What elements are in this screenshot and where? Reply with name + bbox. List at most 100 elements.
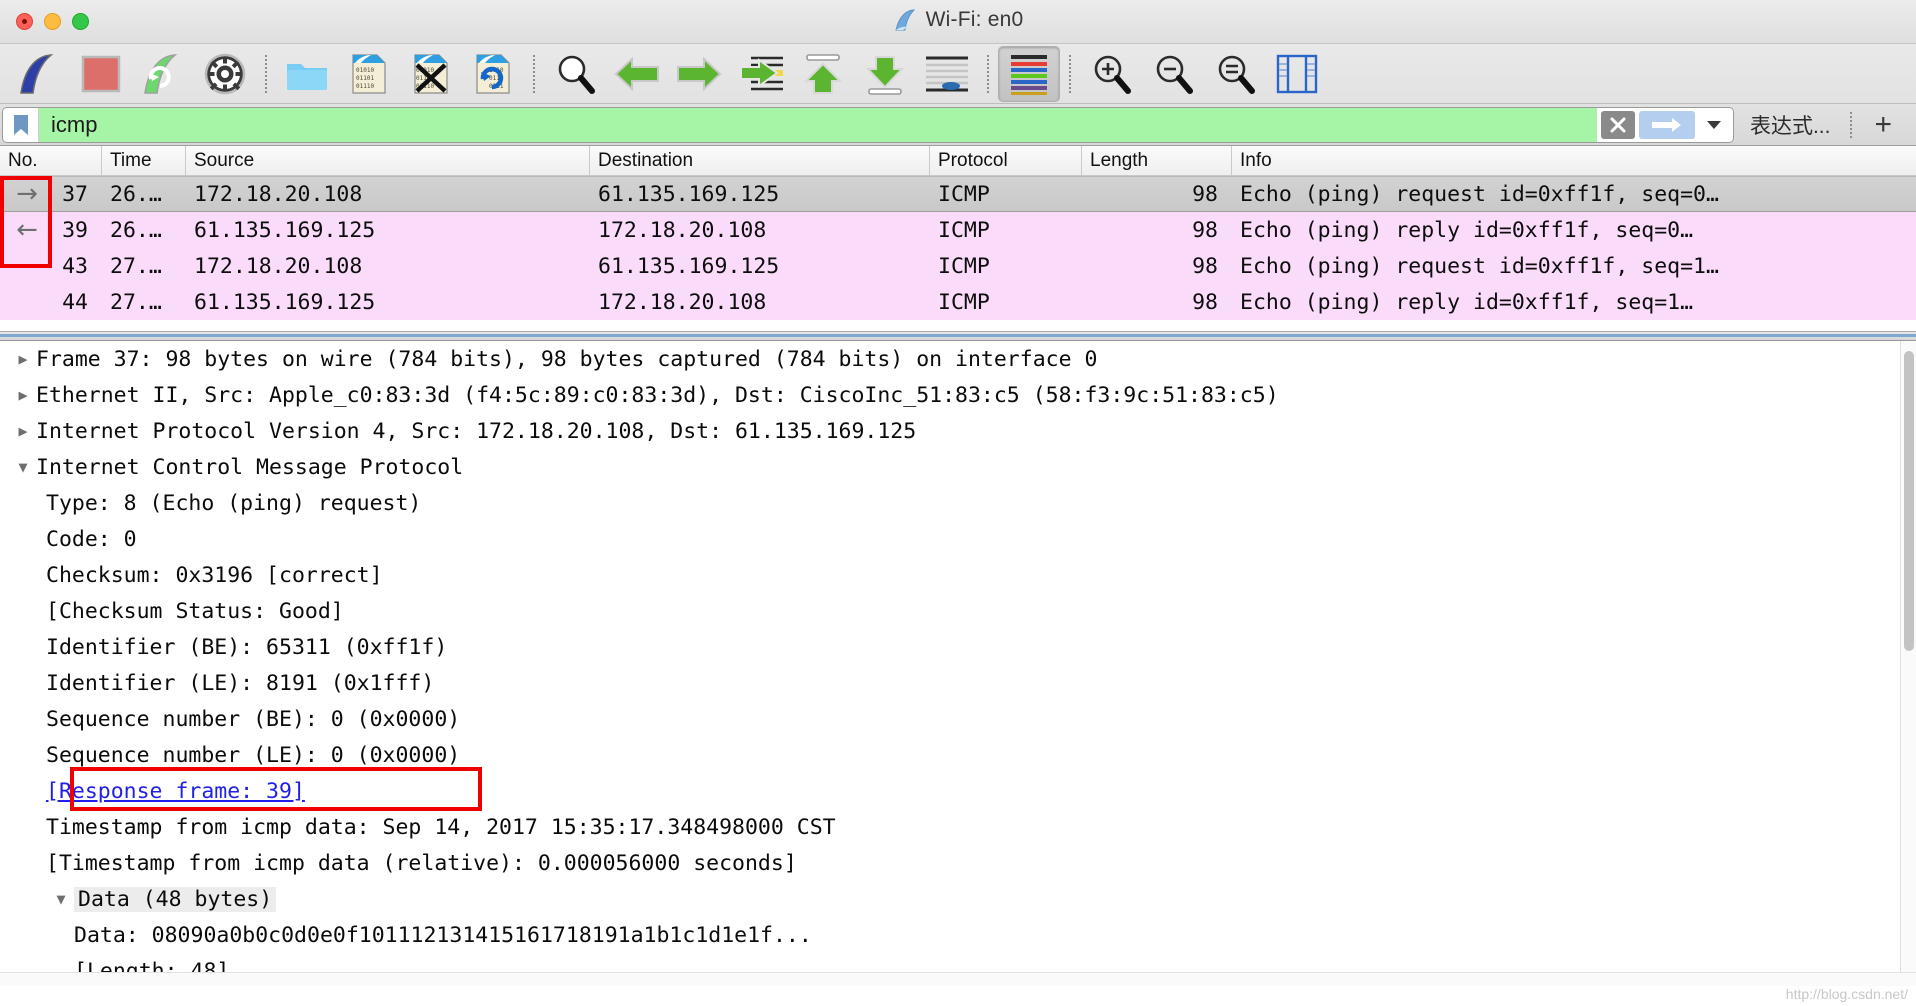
colorize-button[interactable] — [998, 45, 1060, 102]
pane-divider[interactable] — [0, 331, 1916, 341]
detail-row-code[interactable]: Code: 0 — [0, 521, 1916, 557]
cell-destination: 172.18.20.108 — [598, 217, 767, 243]
table-row[interactable]: 37 26.… 172.18.20.108 61.135.169.125 ICM… — [0, 176, 1916, 212]
detail-text: Internet Protocol Version 4, Src: 172.18… — [36, 418, 917, 444]
go-forward-button[interactable] — [668, 46, 730, 102]
clear-x-icon[interactable] — [1600, 110, 1635, 139]
toolbar-separator-1 — [265, 54, 267, 93]
detail-row-response-frame[interactable]: [Response frame: 39] — [0, 773, 1916, 809]
detail-row-ethernet[interactable]: ▶ Ethernet II, Src: Apple_c0:83:3d (f4:5… — [0, 377, 1916, 413]
cell-destination: 61.135.169.125 — [598, 181, 780, 207]
chevron-right-icon[interactable]: ▶ — [10, 350, 36, 368]
go-to-packet-button[interactable] — [730, 46, 792, 102]
stop-capture-button[interactable] — [70, 46, 132, 102]
wireshark-shark-fin-icon — [893, 8, 917, 32]
cell-protocol: ICMP — [938, 217, 990, 243]
scrollbar-thumb[interactable] — [1904, 351, 1914, 651]
detail-row-data-bytes[interactable]: Data: 08090a0b0c0d0e0f101112131415161718… — [0, 917, 1916, 953]
detail-row-type[interactable]: Type: 8 (Echo (ping) request) — [0, 485, 1916, 521]
filter-expression-button[interactable]: 表达式... — [1734, 110, 1847, 140]
detail-text: Internet Control Message Protocol — [36, 454, 464, 480]
zoom-reset-button[interactable] — [1204, 46, 1266, 102]
cell-info: Echo (ping) reply id=0xff1f, seq=0… — [1240, 217, 1694, 243]
add-filter-button[interactable]: + — [1856, 109, 1910, 140]
details-vertical-scrollbar[interactable] — [1900, 341, 1916, 986]
response-frame-link[interactable]: [Response frame: 39] — [46, 779, 305, 804]
table-row[interactable]: 39 26.… 61.135.169.125 172.18.20.108 ICM… — [0, 212, 1916, 248]
save-file-button[interactable]: 01010 01101 01110 — [338, 46, 400, 102]
zoom-out-button[interactable] — [1142, 46, 1204, 102]
detail-text: Checksum: 0x3196 [correct] — [46, 562, 383, 588]
detail-row-checksum[interactable]: Checksum: 0x3196 [correct] — [0, 557, 1916, 593]
cell-source: 172.18.20.108 — [194, 181, 363, 207]
chevron-right-icon[interactable]: ▶ — [10, 422, 36, 440]
apply-arrow-right-icon[interactable] — [1638, 110, 1695, 139]
column-header-no[interactable]: No. — [0, 146, 102, 175]
table-row[interactable]: 44 27.… 61.135.169.125 172.18.20.108 ICM… — [0, 284, 1916, 320]
detail-row-timestamp[interactable]: Timestamp from icmp data: Sep 14, 2017 1… — [0, 809, 1916, 845]
column-header-info[interactable]: Info — [1232, 146, 1916, 175]
toolbar-separator-2 — [533, 54, 535, 93]
detail-row-icmp[interactable]: ▼ Internet Control Message Protocol — [0, 449, 1916, 485]
column-header-protocol[interactable]: Protocol — [930, 146, 1082, 175]
go-back-button[interactable] — [606, 46, 668, 102]
cell-destination: 61.135.169.125 — [598, 253, 780, 279]
reload-file-button[interactable]: 1010 0110 0111 — [462, 46, 524, 102]
zoom-in-button[interactable] — [1080, 46, 1142, 102]
detail-row-identifier-be[interactable]: Identifier (BE): 65311 (0xff1f) — [0, 629, 1916, 665]
chevron-right-icon[interactable]: ▶ — [10, 386, 36, 404]
cell-protocol: ICMP — [938, 181, 990, 207]
chevron-down-icon[interactable]: ▼ — [10, 458, 36, 476]
page-title: Wi-Fi: en0 — [925, 8, 1024, 31]
resize-columns-button[interactable] — [1266, 46, 1328, 102]
detail-row-frame[interactable]: ▶ Frame 37: 98 bytes on wire (784 bits),… — [0, 341, 1916, 377]
go-to-first-button[interactable] — [792, 46, 854, 102]
window-title-group: Wi-Fi: en0 — [0, 8, 1916, 32]
detail-row-timestamp-relative[interactable]: [Timestamp from icmp data (relative): 0.… — [0, 845, 1916, 881]
table-row[interactable]: 43 27.… 172.18.20.108 61.135.169.125 ICM… — [0, 248, 1916, 284]
cell-length: 98 — [1192, 217, 1218, 243]
column-header-time[interactable]: Time — [102, 146, 186, 175]
svg-text:01110: 01110 — [356, 83, 374, 90]
search-input[interactable] — [39, 107, 1597, 142]
details-horizontal-scrollbar[interactable] — [0, 972, 1916, 986]
cell-info: Echo (ping) request id=0xff1f, seq=1… — [1240, 253, 1719, 279]
filter-separator — [1850, 111, 1853, 138]
find-packet-button[interactable] — [544, 46, 606, 102]
detail-row-checksum-status[interactable]: [Checksum Status: Good] — [0, 593, 1916, 629]
chevron-down-icon[interactable]: ▼ — [48, 890, 74, 908]
cell-time: 26.… — [110, 181, 162, 207]
cell-length: 98 — [1192, 253, 1218, 279]
detail-text: Sequence number (BE): 0 (0x0000) — [46, 706, 461, 732]
column-header-destination[interactable]: Destination — [590, 146, 930, 175]
start-capture-button[interactable] — [8, 46, 70, 102]
cell-protocol: ICMP — [938, 253, 990, 279]
packet-list-pane[interactable]: No. Time Source Destination Protocol Len… — [0, 146, 1916, 331]
detail-text: Ethernet II, Src: Apple_c0:83:3d (f4:5c:… — [36, 382, 1279, 408]
detail-text: Code: 0 — [46, 526, 137, 552]
detail-text: [Timestamp from icmp data (relative): 0.… — [46, 850, 797, 876]
restart-capture-button[interactable] — [132, 46, 194, 102]
detail-row-identifier-le[interactable]: Identifier (LE): 8191 (0x1fff) — [0, 665, 1916, 701]
detail-text: Data (48 bytes) — [74, 886, 277, 912]
title-bar: Wi-Fi: en0 — [0, 0, 1916, 44]
cell-destination: 172.18.20.108 — [598, 289, 767, 315]
chevron-down-icon[interactable] — [1699, 111, 1729, 139]
open-file-button[interactable] — [276, 46, 338, 102]
bookmark-icon[interactable] — [3, 107, 39, 142]
detail-row-ipv4[interactable]: ▶ Internet Protocol Version 4, Src: 172.… — [0, 413, 1916, 449]
detail-row-data[interactable]: ▼ Data (48 bytes) — [0, 881, 1916, 917]
capture-options-button[interactable] — [194, 46, 256, 102]
auto-scroll-button[interactable] — [916, 46, 978, 102]
column-header-length[interactable]: Length — [1082, 146, 1232, 175]
cell-info: Echo (ping) reply id=0xff1f, seq=1… — [1240, 289, 1694, 315]
detail-row-seq-le[interactable]: Sequence number (LE): 0 (0x0000) — [0, 737, 1916, 773]
close-file-button[interactable]: 010100110101110 — [400, 46, 462, 102]
column-header-source[interactable]: Source — [186, 146, 590, 175]
packet-details-pane[interactable]: ▶ Frame 37: 98 bytes on wire (784 bits),… — [0, 341, 1916, 986]
go-to-last-button[interactable] — [854, 46, 916, 102]
detail-text: Sequence number (LE): 0 (0x0000) — [46, 742, 461, 768]
detail-row-seq-be[interactable]: Sequence number (BE): 0 (0x0000) — [0, 701, 1916, 737]
display-filter-bar: 表达式... + — [0, 104, 1916, 146]
filter-field-wrapper[interactable] — [2, 106, 1734, 143]
